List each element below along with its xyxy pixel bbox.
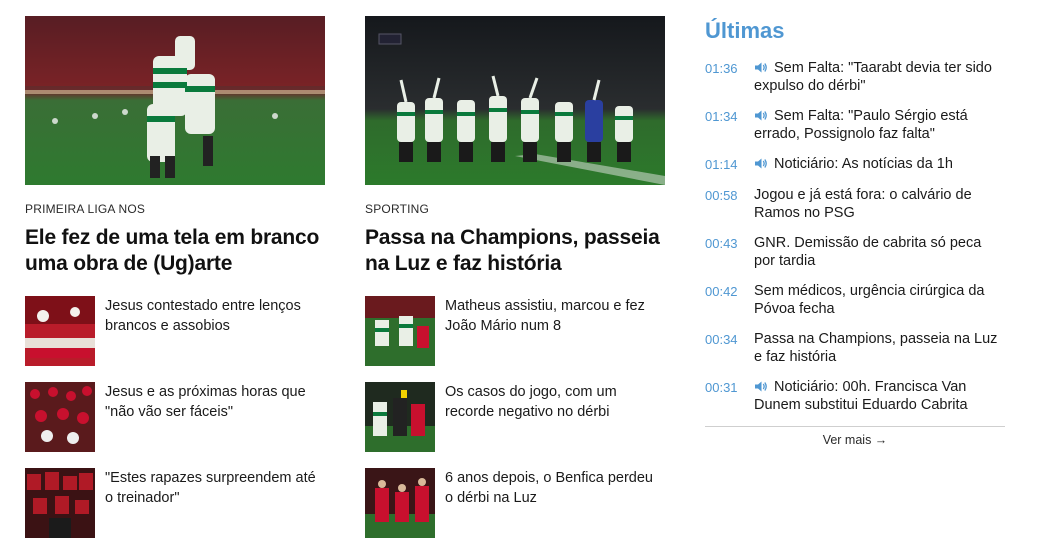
- news-headline[interactable]: GNR. Demissão de cabrita só peca por tar…: [754, 234, 1004, 270]
- related-article[interactable]: "Estes rapazes surpreendem até o treinad…: [25, 468, 325, 538]
- news-headline[interactable]: Sem Falta: "Taarabt devia ter sido expul…: [754, 59, 1004, 95]
- news-headline-text[interactable]: Sem médicos, urgência cirúrgica da Póvoa…: [754, 283, 985, 317]
- news-time: 00:34: [705, 332, 738, 347]
- thumbnail-image[interactable]: [365, 382, 435, 452]
- news-headline-text[interactable]: GNR. Demissão de cabrita só peca por tar…: [754, 235, 981, 269]
- latest-news-title: Últimas: [705, 18, 785, 43]
- news-time: 01:14: [705, 157, 738, 172]
- speaker-icon: [755, 381, 767, 392]
- news-time: 00:42: [705, 284, 738, 299]
- news-headline[interactable]: Jogou e já está fora: o calvário de Ramo…: [754, 186, 1004, 222]
- speaker-icon: [755, 158, 767, 169]
- thumbnail-image[interactable]: [365, 296, 435, 366]
- news-time: 00:58: [705, 188, 738, 203]
- news-time: 00:31: [705, 380, 738, 395]
- news-headline[interactable]: Noticiário: 00h. Francisca Van Dunem sub…: [754, 378, 1004, 414]
- divider: [705, 426, 1005, 427]
- news-headline-text[interactable]: Noticiário: As notícias da 1h: [774, 156, 953, 172]
- latest-news-item[interactable]: 00:34 Passa na Champions, passeia na Luz …: [705, 330, 1005, 366]
- news-headline-text[interactable]: Jogou e já está fora: o calvário de Ramo…: [754, 187, 972, 221]
- see-more-link[interactable]: Ver mais →: [705, 433, 1005, 447]
- related-article[interactable]: Matheus assistiu, marcou e fez João Mári…: [365, 296, 665, 366]
- latest-news-item[interactable]: 00:42 Sem médicos, urgência cirúrgica da …: [705, 282, 1005, 318]
- news-headline-text[interactable]: Sem Falta: "Paulo Sérgio está errado, Po…: [754, 108, 968, 142]
- featured-article-1: PRIMEIRA LIGA NOS Ele fez de uma tela em…: [25, 16, 325, 554]
- news-headline[interactable]: Passa na Champions, passeia na Luz e faz…: [754, 330, 1004, 366]
- latest-news-item[interactable]: 01:36 Sem Falta: "Taarabt devia ter sido …: [705, 59, 1005, 95]
- related-article[interactable]: 6 anos depois, o Benfica perdeu o dérbi …: [365, 468, 665, 538]
- latest-news-item[interactable]: 01:34 Sem Falta: "Paulo Sérgio está errad…: [705, 107, 1005, 143]
- related-title[interactable]: Jesus contestado entre lenços brancos e …: [105, 297, 325, 366]
- news-headline-text[interactable]: Sem Falta: "Taarabt devia ter sido expul…: [754, 60, 992, 94]
- speaker-icon: [755, 62, 767, 73]
- news-headline-text[interactable]: Noticiário: 00h. Francisca Van Dunem sub…: [754, 379, 968, 413]
- related-article[interactable]: Os casos do jogo, com um recorde negativ…: [365, 382, 665, 452]
- article-headline[interactable]: Ele fez de uma tela em branco uma obra d…: [25, 225, 325, 277]
- related-title[interactable]: Os casos do jogo, com um recorde negativ…: [445, 383, 665, 452]
- related-article[interactable]: Jesus e as próximas horas que "não vão s…: [25, 382, 325, 452]
- latest-news-item[interactable]: 00:58 Jogou e já está fora: o calvário de…: [705, 186, 1005, 222]
- article-kicker[interactable]: PRIMEIRA LIGA NOS: [25, 202, 325, 216]
- featured-article-2: SPORTING Passa na Champions, passeia na …: [365, 16, 665, 554]
- related-title[interactable]: Jesus e as próximas horas que "não vão s…: [105, 383, 325, 452]
- speaker-icon: [755, 110, 767, 121]
- related-article[interactable]: Jesus contestado entre lenços brancos e …: [25, 296, 325, 366]
- news-time: 00:43: [705, 236, 738, 251]
- latest-news-item[interactable]: 00:31 Noticiário: 00h. Francisca Van Dune…: [705, 378, 1005, 414]
- thumbnail-image[interactable]: [25, 296, 95, 366]
- thumbnail-image[interactable]: [25, 468, 95, 538]
- latest-news-list: 01:36 Sem Falta: "Taarabt devia ter sido …: [705, 59, 1005, 414]
- latest-news-item[interactable]: 00:43 GNR. Demissão de cabrita só peca po…: [705, 234, 1005, 270]
- hero-image-celebration[interactable]: [25, 16, 325, 185]
- news-time: 01:36: [705, 61, 738, 76]
- thumbnail-image[interactable]: [365, 468, 435, 538]
- news-headline-text[interactable]: Passa na Champions, passeia na Luz e faz…: [754, 331, 997, 365]
- news-headline[interactable]: Noticiário: As notícias da 1h: [754, 155, 1004, 174]
- related-list: Jesus contestado entre lenços brancos e …: [25, 296, 325, 538]
- article-headline[interactable]: Passa na Champions, passeia na Luz e faz…: [365, 225, 665, 277]
- news-time: 01:34: [705, 109, 738, 124]
- latest-news-panel: Últimas 01:36 Sem Falta: "Taarabt devia t…: [705, 16, 1005, 447]
- news-headline[interactable]: Sem Falta: "Paulo Sérgio está errado, Po…: [754, 107, 1004, 143]
- news-headline[interactable]: Sem médicos, urgência cirúrgica da Póvoa…: [754, 282, 1004, 318]
- related-title[interactable]: 6 anos depois, o Benfica perdeu o dérbi …: [445, 469, 665, 538]
- related-list: Matheus assistiu, marcou e fez João Mári…: [365, 296, 665, 538]
- related-title[interactable]: "Estes rapazes surpreendem até o treinad…: [105, 469, 325, 538]
- article-kicker[interactable]: SPORTING: [365, 202, 665, 216]
- thumbnail-image[interactable]: [25, 382, 95, 452]
- latest-news-item[interactable]: 01:14 Noticiário: As notícias da 1h: [705, 155, 1005, 174]
- hero-image-team-celebration[interactable]: [365, 16, 665, 185]
- related-title[interactable]: Matheus assistiu, marcou e fez João Mári…: [445, 297, 665, 366]
